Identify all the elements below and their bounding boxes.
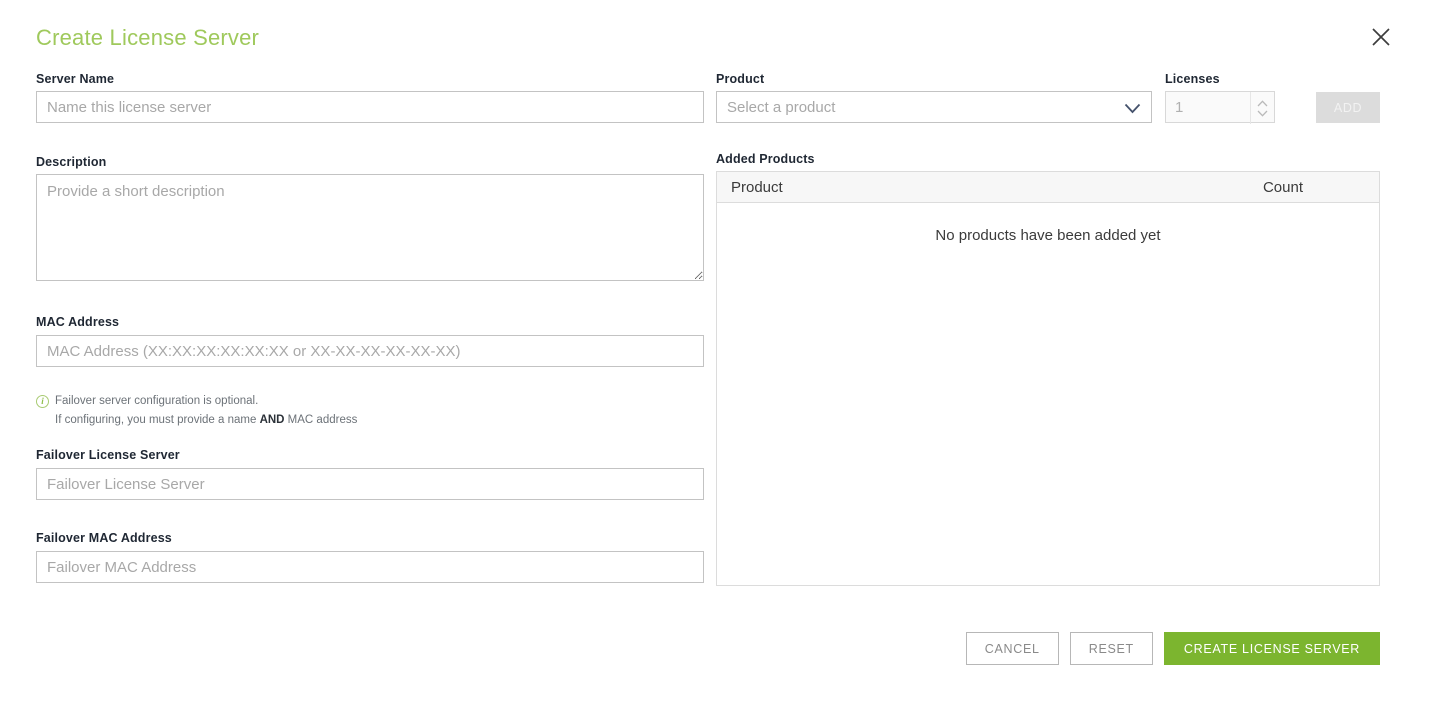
added-products-table-header: Product Count (716, 171, 1380, 203)
chevron-down-icon (1124, 92, 1141, 124)
licenses-value: 1 (1175, 92, 1183, 124)
licenses-label: Licenses (1165, 72, 1220, 87)
mac-address-label: MAC Address (36, 315, 119, 330)
cancel-button[interactable]: CANCEL (966, 632, 1059, 665)
add-product-button[interactable]: ADD (1316, 92, 1380, 123)
licenses-stepper-arrows (1250, 92, 1274, 124)
product-select-value: Select a product (727, 92, 835, 124)
column-header-product: Product (717, 179, 1263, 196)
dialog-footer: CANCEL RESET CREATE LICENSE SERVER (0, 632, 1380, 665)
create-license-server-button[interactable]: CREATE LICENSE SERVER (1164, 632, 1380, 665)
info-note-line-2-prefix: If configuring, you must provide a name (55, 414, 260, 426)
added-products-label: Added Products (716, 152, 815, 167)
info-note-line-1: Failover server configuration is optiona… (55, 394, 258, 409)
product-select[interactable]: Select a product (716, 91, 1152, 123)
failover-mac-address-input[interactable] (36, 551, 704, 583)
failover-mac-address-label: Failover MAC Address (36, 531, 172, 546)
failover-license-server-label: Failover License Server (36, 448, 180, 463)
licenses-stepper[interactable]: 1 (1165, 91, 1275, 123)
mac-address-input[interactable] (36, 335, 704, 367)
server-name-label: Server Name (36, 72, 114, 87)
chevron-up-icon[interactable] (1257, 100, 1268, 107)
added-products-table-body: No products have been added yet (716, 171, 1380, 586)
info-note-line-2-strong: AND (260, 414, 285, 426)
product-label: Product (716, 72, 764, 87)
description-label: Description (36, 155, 106, 170)
column-header-count: Count (1263, 179, 1379, 196)
failover-info-note: i Failover server configuration is optio… (36, 394, 636, 428)
close-icon[interactable] (1368, 24, 1394, 50)
info-note-line-2: If configuring, you must provide a name … (55, 413, 636, 428)
reset-button[interactable]: RESET (1070, 632, 1153, 665)
server-name-input[interactable] (36, 91, 704, 123)
added-products-empty-message: No products have been added yet (717, 227, 1379, 244)
chevron-down-icon[interactable] (1257, 110, 1268, 117)
create-license-server-dialog: Create License Server Server Name Descri… (0, 0, 1440, 712)
info-note-line-2-suffix: MAC address (284, 414, 357, 426)
page-title: Create License Server (36, 25, 259, 51)
info-icon: i (36, 395, 49, 408)
description-textarea[interactable] (36, 174, 704, 281)
failover-license-server-input[interactable] (36, 468, 704, 500)
